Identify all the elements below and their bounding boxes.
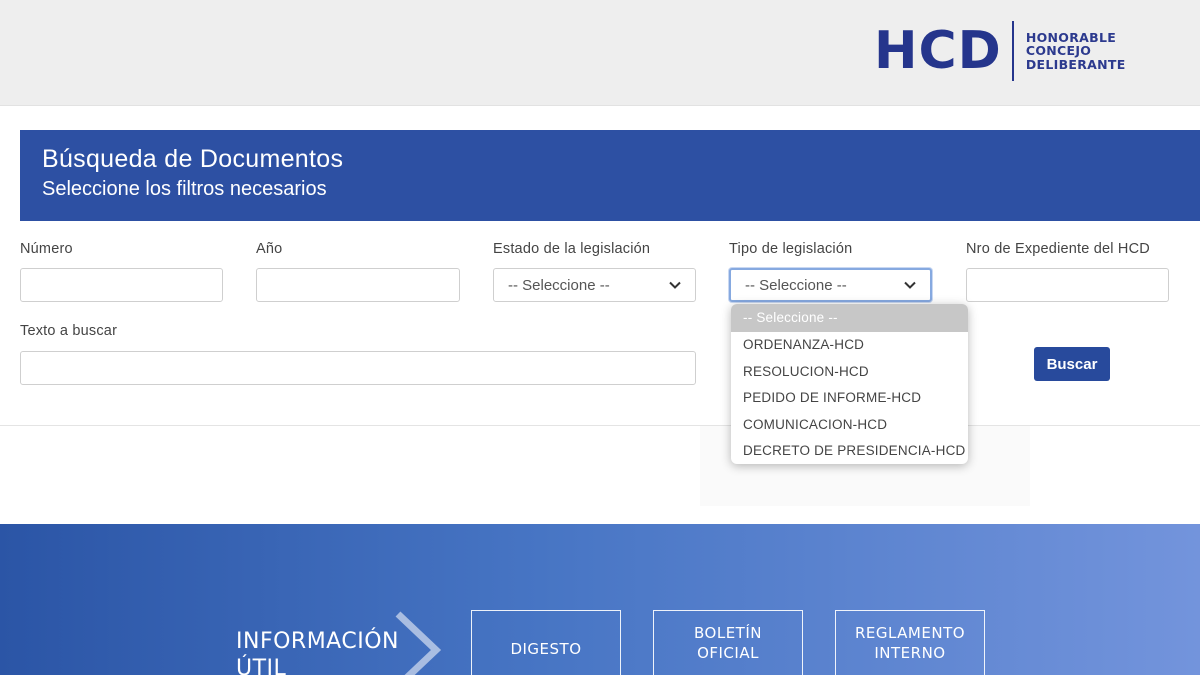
boletin-label-1: BOLETÍN [694, 624, 762, 642]
tipo-option[interactable]: PEDIDO DE INFORME-HCD [731, 385, 968, 412]
tipo-label: Tipo de legislación [729, 241, 853, 257]
estado-select-value: -- Seleccione -- [508, 276, 610, 294]
page-subtitle: Seleccione los filtros necesarios [42, 178, 327, 200]
tipo-select-value: -- Seleccione -- [745, 276, 847, 294]
digesto-link[interactable]: DIGESTO [471, 610, 621, 675]
info-util-title: INFORMACIÓN ÚTIL [236, 628, 399, 675]
tipo-dropdown-list: -- Seleccione -- ORDENANZA-HCD RESOLUCIO… [731, 304, 968, 464]
chevron-down-icon [904, 281, 916, 289]
anio-label: Año [256, 241, 283, 257]
digesto-label-1: DIGESTO [510, 640, 582, 658]
page-title: Búsqueda de Documentos [42, 145, 344, 173]
info-title-line-2: ÚTIL [236, 656, 287, 675]
logo-text: HONORABLE CONCEJO DELIBERANTE [1026, 31, 1126, 72]
texto-input[interactable] [20, 351, 696, 385]
boletin-oficial-link[interactable]: BOLETÍN OFICIAL [653, 610, 803, 675]
tipo-option[interactable]: COMUNICACION-HCD [731, 412, 968, 439]
logo-mark: HCD [874, 21, 1002, 81]
numero-input[interactable] [20, 268, 223, 302]
tipo-option[interactable]: DECRETO DE PRESIDENCIA-HCD [731, 438, 968, 464]
reglamento-label-1: REGLAMENTO [854, 624, 966, 642]
buscar-button[interactable]: Buscar [1034, 347, 1110, 381]
estado-select[interactable]: -- Seleccione -- [493, 268, 696, 302]
reglamento-interno-link[interactable]: REGLAMENTO INTERNO [835, 610, 985, 675]
tipo-option[interactable]: ORDENANZA-HCD [731, 332, 968, 359]
expediente-input[interactable] [966, 268, 1169, 302]
site-footer: INFORMACIÓN ÚTIL DIGESTO BOLETÍN OFICIAL… [0, 524, 1200, 675]
hcd-logo[interactable]: HCD HONORABLE CONCEJO DELIBERANTE [874, 20, 1126, 82]
reglamento-label-2: INTERNO [874, 644, 946, 662]
chevron-right-icon [395, 611, 442, 675]
logo-line-1: HONORABLE [1025, 29, 1117, 45]
logo-line-2: CONCEJO [1025, 43, 1092, 59]
tipo-select[interactable]: -- Seleccione -- [729, 268, 932, 302]
boletin-label-2: OFICIAL [697, 644, 759, 662]
tipo-option[interactable]: RESOLUCION-HCD [731, 359, 968, 386]
search-banner: Búsqueda de Documentos Seleccione los fi… [20, 130, 1200, 221]
texto-label: Texto a buscar [20, 323, 118, 339]
tipo-option[interactable]: -- Seleccione -- [731, 304, 968, 332]
logo-line-3: DELIBERANTE [1025, 56, 1126, 72]
expediente-label: Nro de Expediente del HCD [966, 241, 1150, 257]
estado-label: Estado de la legislación [493, 241, 651, 257]
numero-label: Número [20, 241, 73, 257]
anio-input[interactable] [256, 268, 460, 302]
chevron-down-icon [669, 281, 681, 289]
site-header: HCD HONORABLE CONCEJO DELIBERANTE [0, 0, 1200, 106]
info-title-line-1: INFORMACIÓN [236, 629, 399, 654]
logo-divider [1011, 21, 1014, 81]
